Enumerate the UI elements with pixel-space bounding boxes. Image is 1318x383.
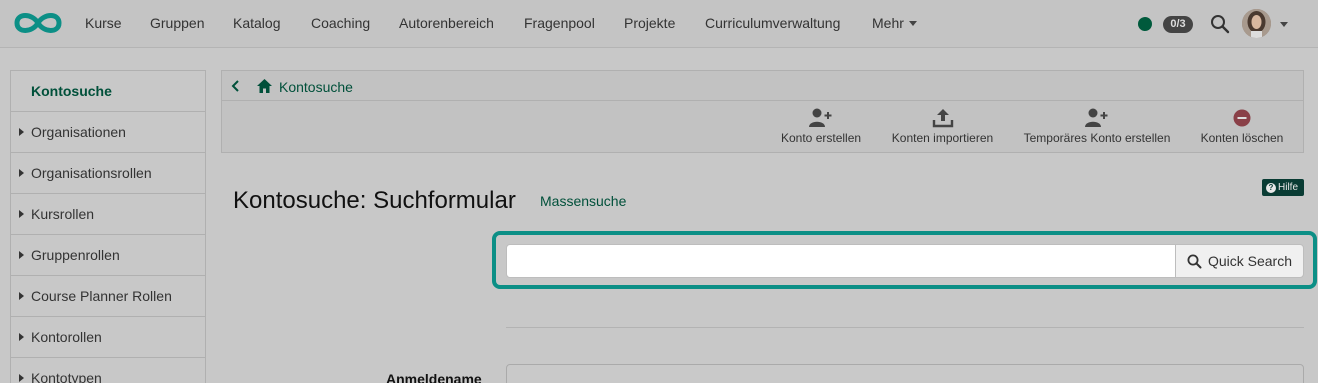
sidebar-item-kontorollen[interactable]: Kontorollen (11, 317, 205, 358)
caret-right-icon[interactable] (19, 374, 24, 382)
sidebar-item-label: Organisationen (31, 124, 126, 140)
nav-katalog[interactable]: Katalog (233, 15, 280, 31)
notification-badge[interactable]: 0/3 (1163, 16, 1193, 33)
question-icon: ? (1266, 182, 1276, 193)
login-name-input[interactable] (506, 364, 1304, 383)
sidebar-item-label: Kontosuche (31, 83, 112, 99)
login-name-label: Anmeldename (386, 371, 482, 383)
caret-right-icon[interactable] (19, 251, 24, 259)
user-plus-icon (809, 108, 832, 127)
help-button[interactable]: ? Hilfe (1262, 179, 1304, 196)
nav-fragenpool[interactable]: Fragenpool (524, 15, 595, 31)
search-icon[interactable] (1210, 14, 1230, 34)
sidebar-item-kontosuche[interactable]: Kontosuche (11, 71, 205, 112)
nav-autorenbereich[interactable]: Autorenbereich (399, 15, 494, 31)
delete-accounts-button[interactable]: Konten löschen (1198, 101, 1286, 154)
sidebar-item-label: Kursrollen (31, 206, 95, 222)
online-status-icon[interactable] (1138, 17, 1152, 31)
quick-search-input[interactable] (506, 244, 1176, 278)
search-icon (1187, 254, 1202, 268)
chevron-down-icon[interactable] (1280, 22, 1288, 27)
caret-right-icon[interactable] (19, 169, 24, 177)
caret-right-icon[interactable] (19, 210, 24, 218)
breadcrumb-kontosuche[interactable]: Kontosuche (279, 79, 353, 95)
sidebar-item-gruppenrollen[interactable]: Gruppenrollen (11, 235, 205, 276)
delete-accounts-label: Konten löschen (1200, 131, 1284, 145)
nav-gruppen[interactable]: Gruppen (150, 15, 204, 31)
admin-sidebar: Kontosuche Organisationen Organisationsr… (10, 70, 206, 383)
quick-search-button-label: Quick Search (1207, 253, 1293, 269)
minus-circle-icon (1233, 109, 1251, 127)
sidebar-item-organisationsrollen[interactable]: Organisationsrollen (11, 153, 205, 194)
action-toolbar: Konto erstellen Konten importieren Tempo… (221, 100, 1304, 153)
nav-more-dropdown[interactable]: Mehr (872, 15, 917, 31)
user-plus-icon (1085, 108, 1108, 127)
create-temp-account-button[interactable]: Temporäres Konto erstellen (1022, 101, 1172, 154)
nav-projekte[interactable]: Projekte (624, 15, 675, 31)
sidebar-item-label: Kontorollen (31, 329, 102, 345)
quick-search-button[interactable]: Quick Search (1175, 244, 1304, 278)
sidebar-item-label: Kontotypen (31, 370, 102, 383)
back-arrow-icon[interactable] (230, 79, 242, 93)
sidebar-item-course-planner-rollen[interactable]: Course Planner Rollen (11, 276, 205, 317)
breadcrumb: Kontosuche (221, 70, 1304, 101)
avatar[interactable] (1242, 9, 1271, 38)
nav-more-label: Mehr (872, 15, 904, 31)
sidebar-item-label: Course Planner Rollen (31, 288, 172, 304)
import-accounts-button[interactable]: Konten importieren (890, 101, 995, 154)
create-account-label: Konto erstellen (781, 131, 862, 145)
home-icon[interactable] (256, 78, 273, 94)
nav-curriculumverwaltung[interactable]: Curriculumverwaltung (705, 15, 840, 31)
caret-right-icon[interactable] (19, 333, 24, 341)
caret-right-icon[interactable] (19, 128, 24, 136)
sidebar-item-label: Gruppenrollen (31, 247, 120, 263)
sidebar-item-kursrollen[interactable]: Kursrollen (11, 194, 205, 235)
top-navbar: Kurse Gruppen Katalog Coaching Autorenbe… (0, 0, 1318, 48)
mass-search-link[interactable]: Massensuche (540, 193, 626, 209)
sidebar-item-organisationen[interactable]: Organisationen (11, 112, 205, 153)
form-divider (506, 327, 1304, 328)
sidebar-item-kontotypen[interactable]: Kontotypen (11, 358, 205, 383)
help-label: Hilfe (1278, 182, 1299, 193)
chevron-down-icon (908, 21, 917, 26)
caret-right-icon[interactable] (19, 292, 24, 300)
openolat-logo-icon[interactable] (12, 10, 64, 36)
nav-coaching[interactable]: Coaching (311, 15, 370, 31)
import-accounts-label: Konten importieren (891, 131, 994, 145)
create-temp-account-label: Temporäres Konto erstellen (1023, 131, 1171, 145)
create-account-button[interactable]: Konto erstellen (781, 101, 861, 154)
user-portrait-icon (1242, 9, 1271, 38)
nav-kurse[interactable]: Kurse (85, 15, 122, 31)
sidebar-item-label: Organisationsrollen (31, 165, 152, 181)
page-title: Kontosuche: Suchformular (233, 187, 516, 214)
upload-icon (932, 109, 953, 128)
